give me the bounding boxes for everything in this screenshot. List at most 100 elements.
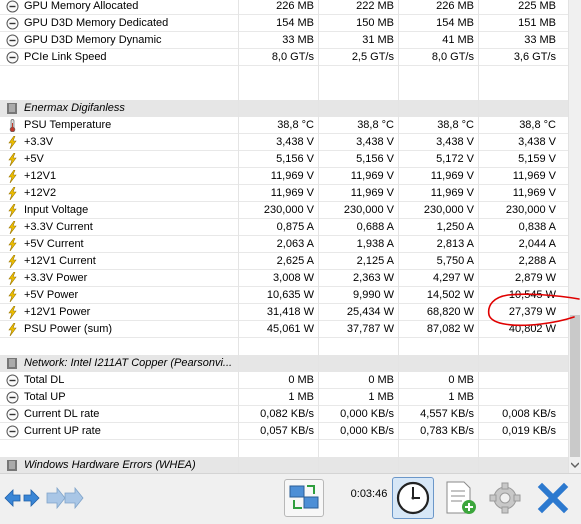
minus-circle-icon (6, 17, 19, 30)
lightning-icon (8, 306, 17, 319)
clock-button[interactable] (392, 477, 434, 519)
sensor-label: GPU D3D Memory Dynamic (24, 34, 162, 46)
close-button[interactable] (533, 479, 573, 517)
sensor-value: 0,057 KB/s (260, 425, 314, 437)
elapsed-timer: 0:03:46 (350, 488, 388, 500)
bottom-toolbar: 0:03:46 (0, 473, 581, 524)
sensor-label: PSU Power (sum) (24, 323, 113, 335)
sensor-label: +3.3V Power (24, 272, 88, 284)
sensor-value: 230,000 V (505, 204, 556, 216)
sensor-row[interactable]: +12V1 Current 2,625 A 2,125 A 5,750 A 2,288 … (0, 253, 568, 270)
sensor-value: 0,688 A (356, 221, 394, 233)
sensor-value: 0,783 KB/s (420, 425, 474, 437)
sensor-value: 2,879 W (515, 272, 556, 284)
log-button[interactable] (440, 479, 480, 517)
sensor-value: 33 MB (282, 34, 314, 46)
sensor-row[interactable]: +5V 5,156 V 5,156 V 5,172 V 5,159 V (0, 151, 568, 168)
sensor-row[interactable]: PSU Temperature 38,8 °C 38,8 °C 38,8 °C 38,8… (0, 117, 568, 134)
sensor-value: 3,438 V (356, 136, 394, 148)
settings-button[interactable] (485, 479, 525, 517)
sensor-value: 2,625 A (276, 255, 314, 267)
sensor-row[interactable]: +12V1 11,969 V 11,969 V 11,969 V 11,969 V (0, 168, 568, 185)
sensor-label: +3.3V Current (24, 221, 93, 233)
sensor-row[interactable]: +3.3V Power 3,008 W 2,363 W 4,297 W 2,879 W (0, 270, 568, 287)
sensor-value: 2,044 A (518, 238, 556, 250)
minus-circle-icon (6, 408, 19, 421)
sensor-group-header[interactable]: Enermax Digifanless (0, 100, 568, 117)
sensor-value: 11,969 V (350, 187, 394, 199)
sensor-row[interactable]: +3.3V Current 0,875 A 0,688 A 1,250 A 0,838 … (0, 219, 568, 236)
group-icon (7, 358, 17, 369)
sensor-row[interactable]: Current DL rate 0,082 KB/s 0,000 KB/s 4,557… (0, 406, 568, 423)
sensor-row[interactable]: Total DL 0 MB 0 MB 0 MB (0, 372, 568, 389)
sensor-row[interactable]: +5V Power 10,635 W 9,990 W 14,502 W 10,545 W (0, 287, 568, 304)
sensor-label: Total UP (24, 391, 66, 403)
column-divider (238, 0, 239, 473)
sensor-value: 11,969 V (270, 170, 314, 182)
sensor-label: +12V2 (24, 187, 57, 199)
lightning-icon (8, 255, 17, 268)
sensor-label: +5V Current (24, 238, 84, 250)
lightning-icon (8, 153, 17, 166)
move-columns-button[interactable] (45, 481, 85, 515)
sensor-label: +12V1 Power (24, 306, 91, 318)
close-x-icon (537, 482, 569, 514)
scrollbar-thumb[interactable] (570, 315, 580, 457)
sensor-row[interactable]: Input Voltage 230,000 V 230,000 V 230,000 V… (0, 202, 568, 219)
sensor-row[interactable]: GPU Memory Allocated 226 MB 222 MB 226 MB 22… (0, 0, 568, 15)
spacer-row (0, 338, 568, 355)
sensor-value: 31 MB (362, 34, 394, 46)
sensor-value: 38,8 °C (357, 119, 394, 131)
network-button[interactable] (284, 479, 324, 517)
sensor-row[interactable]: +12V2 11,969 V 11,969 V 11,969 V 11,969 V (0, 185, 568, 202)
lightning-icon (8, 221, 17, 234)
sensor-row[interactable]: +5V Current 2,063 A 1,938 A 2,813 A 2,044 A (0, 236, 568, 253)
sensor-table[interactable]: GPU Memory Allocated 226 MB 222 MB 226 MB 22… (0, 0, 568, 473)
sensor-value: 0,000 KB/s (340, 425, 394, 437)
sensor-value: 10,545 W (508, 289, 556, 301)
sensor-value: 230,000 V (263, 204, 314, 216)
sensor-row[interactable]: Total UP 1 MB 1 MB 1 MB (0, 389, 568, 406)
lightning-icon (8, 204, 17, 217)
sensor-value: 8,0 GT/s (431, 51, 474, 63)
sensor-row[interactable]: PCIe Link Speed 8,0 GT/s 2,5 GT/s 8,0 GT/s 3… (0, 49, 568, 66)
sensor-row[interactable]: +12V1 Power 31,418 W 25,434 W 68,820 W 27,37… (0, 304, 568, 321)
sensor-value: 11,969 V (270, 187, 314, 199)
sensor-row[interactable]: GPU D3D Memory Dedicated 154 MB 150 MB 154 … (0, 15, 568, 32)
scroll-down-arrow-icon[interactable] (571, 460, 579, 470)
clock-icon (396, 481, 430, 515)
sensor-row[interactable]: PSU Power (sum) 45,061 W 37,787 W 87,082 W 4… (0, 321, 568, 338)
sensor-row[interactable]: GPU D3D Memory Dynamic 33 MB 31 MB 41 MB 33 … (0, 32, 568, 49)
sensor-value: 151 MB (518, 17, 556, 29)
sensor-group-header[interactable]: Network: Intel I211AT Copper (Pearsonvi.… (0, 355, 568, 372)
sensor-label: PCIe Link Speed (24, 51, 107, 63)
sensor-row[interactable]: +3.3V 3,438 V 3,438 V 3,438 V 3,438 V (0, 134, 568, 151)
expand-collapse-button[interactable] (3, 481, 41, 515)
sensor-value: 11,969 V (430, 170, 474, 182)
sensor-value: 11,969 V (512, 170, 556, 182)
sensor-value: 2,063 A (276, 238, 314, 250)
minus-circle-icon (6, 425, 19, 438)
sensor-value: 40,802 W (508, 323, 556, 335)
minus-circle-icon (6, 51, 19, 64)
lightning-icon (8, 170, 17, 183)
sensor-label: GPU Memory Allocated (24, 0, 139, 12)
sensor-value: 1 MB (368, 391, 394, 403)
sensor-value: 10,635 W (266, 289, 314, 301)
sensor-row[interactable]: Current UP rate 0,057 KB/s 0,000 KB/s 0,783… (0, 423, 568, 440)
vertical-scrollbar[interactable] (568, 0, 581, 473)
column-divider (478, 0, 479, 473)
sensor-label: +3.3V (24, 136, 54, 148)
sensor-value: 2,813 A (436, 238, 474, 250)
arrows-right-icon (46, 486, 84, 510)
sensor-value: 5,750 A (436, 255, 474, 267)
sensor-group-header[interactable]: Windows Hardware Errors (WHEA) (0, 457, 568, 473)
settings-gear-icon (489, 482, 521, 514)
sensor-value: 2,363 W (353, 272, 394, 284)
sensor-value: 38,8 °C (437, 119, 474, 131)
lightning-icon (8, 289, 17, 302)
column-divider (318, 0, 319, 473)
group-icon (7, 460, 17, 471)
sensor-value: 2,288 A (518, 255, 556, 267)
thermometer-icon (9, 119, 16, 132)
